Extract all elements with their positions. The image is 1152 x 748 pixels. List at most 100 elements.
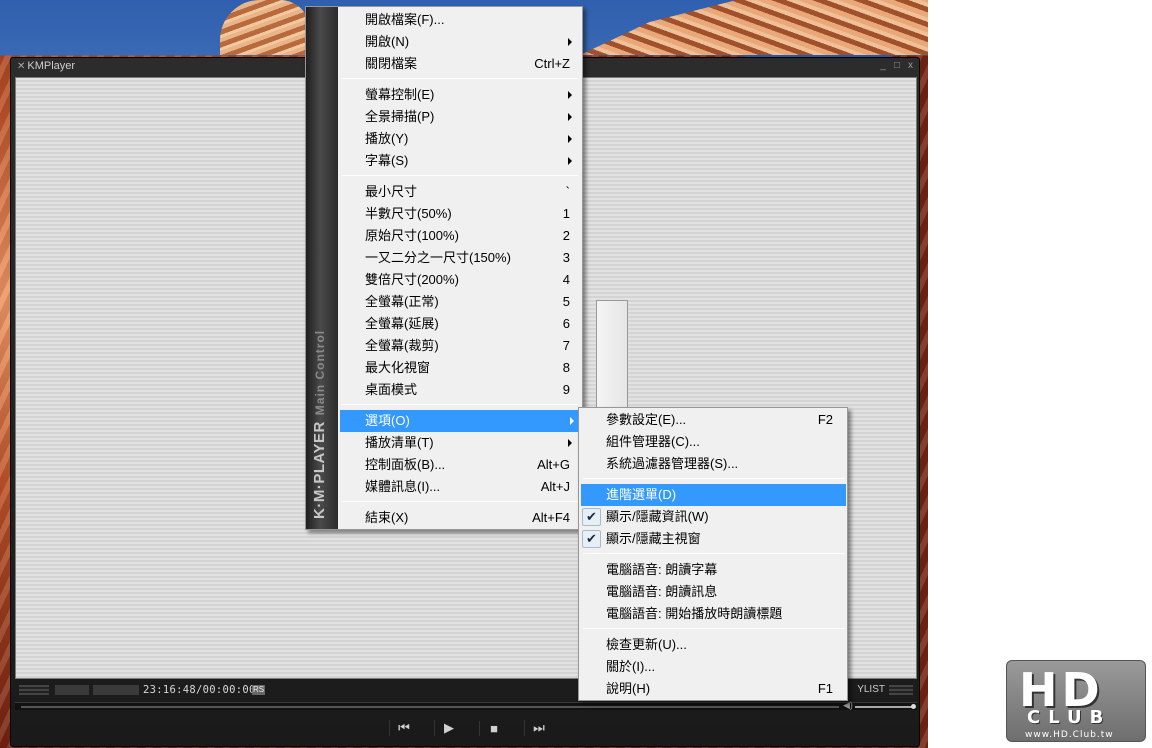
submenu-item[interactable]: 電腦語音: 朗讀訊息 bbox=[579, 581, 847, 603]
menu-item[interactable]: 開啟檔案(F)... bbox=[306, 9, 582, 31]
playlist-button[interactable]: YLIST bbox=[857, 682, 885, 698]
menu-item-label: 全螢幕(延展) bbox=[365, 316, 439, 331]
submenu-item[interactable]: 說明(H) F1 bbox=[579, 678, 847, 700]
checkmark-icon: ✔ bbox=[582, 530, 601, 548]
menu-item-label: 關閉檔案 bbox=[365, 56, 418, 71]
menu-item[interactable]: 半數尺寸(50%) 1 bbox=[306, 203, 582, 225]
menu-item[interactable]: 全螢幕(延展) 6 bbox=[306, 313, 582, 335]
previous-icon[interactable]: ⏮ bbox=[388, 720, 419, 736]
menu-item[interactable]: 字幕(S) bbox=[306, 150, 582, 172]
submenu-item[interactable]: 組件管理器(C)... bbox=[579, 431, 847, 453]
desktop: ✕ KMPlayer _ □ x 23:16:48/00:00:00 RS YLI… bbox=[0, 0, 1152, 748]
menu-item-label: 最小尺寸 bbox=[365, 184, 418, 199]
submenu-item[interactable]: ✔ 顯示/隱藏主視窗 bbox=[579, 528, 847, 550]
seek-bar-area: ◀) bbox=[15, 700, 917, 711]
submenu-item-label: 進階選單(D) bbox=[606, 487, 677, 502]
submenu-item-shortcut: F1 bbox=[817, 681, 833, 696]
menu-item-label: 桌面模式 bbox=[365, 382, 418, 397]
main-context-menu: K·M·PLAYERMain Control 開啟檔案(F)... 開啟(N) 關閉… bbox=[305, 6, 583, 530]
submenu-item-label: 關於(I)... bbox=[606, 659, 656, 674]
play-icon[interactable]: ▶ bbox=[433, 720, 464, 736]
menu-separator bbox=[342, 404, 578, 405]
menu-item-label: 全螢幕(裁剪) bbox=[365, 338, 439, 353]
menu-item[interactable]: 桌面模式 9 bbox=[306, 379, 582, 401]
menu-item-label: 原始尺寸(100%) bbox=[365, 228, 459, 243]
menu-item[interactable]: 全景掃描(P) bbox=[306, 106, 582, 128]
menu-item-label: 媒體訊息(I)... bbox=[365, 479, 441, 494]
menu-item[interactable]: 全螢幕(裁剪) 7 bbox=[306, 335, 582, 357]
close-button[interactable]: x bbox=[908, 60, 913, 71]
volume-icon[interactable]: ◀) bbox=[843, 700, 853, 711]
time-display: 23:16:48/00:00:00 bbox=[143, 684, 256, 696]
menu-item-label: 播放清單(T) bbox=[365, 435, 434, 450]
volume-slider[interactable] bbox=[855, 706, 915, 708]
menu-item[interactable]: 最大化視窗 8 bbox=[306, 357, 582, 379]
submenu-item-label: 參數設定(E)... bbox=[606, 412, 687, 427]
menu-item[interactable]: 結束(X) Alt+F4 bbox=[306, 507, 582, 529]
menu-item-label: 全螢幕(正常) bbox=[365, 294, 439, 309]
menu-item[interactable]: 媒體訊息(I)... Alt+J bbox=[306, 476, 582, 498]
menu-item-label: 選項(O) bbox=[365, 413, 410, 428]
checkmark-icon: ✔ bbox=[582, 508, 601, 526]
menu-separator bbox=[583, 478, 845, 479]
menu-item-shortcut: 6 bbox=[562, 316, 570, 331]
menu-separator bbox=[342, 175, 578, 176]
menu-item-shortcut: 7 bbox=[562, 338, 570, 353]
grip-handle bbox=[19, 685, 49, 695]
menu-item-shortcut: Ctrl+Z bbox=[534, 56, 570, 71]
submenu-item-label: 檢查更新(U)... bbox=[606, 637, 687, 652]
menu-item[interactable]: 關閉檔案 Ctrl+Z bbox=[306, 53, 582, 75]
submenu-arrow-icon bbox=[568, 439, 572, 447]
menu-item-shortcut: 1 bbox=[562, 206, 570, 221]
submenu-item[interactable]: 系統過濾器管理器(S)... bbox=[579, 453, 847, 475]
menu-item[interactable]: 全螢幕(正常) 5 bbox=[306, 291, 582, 313]
maximize-button[interactable]: □ bbox=[894, 60, 900, 71]
menu-separator bbox=[342, 78, 578, 79]
menu-item-shortcut: 4 bbox=[562, 272, 570, 287]
submenu-item[interactable]: 電腦語音: 開始播放時朗讀標題 bbox=[579, 603, 847, 625]
submenu-item[interactable]: 關於(I)... bbox=[579, 656, 847, 678]
menu-item[interactable]: 控制面板(B)... Alt+G bbox=[306, 454, 582, 476]
menu-separator bbox=[583, 628, 845, 629]
menu-item[interactable]: 一又二分之一尺寸(150%) 3 bbox=[306, 247, 582, 269]
rs-badge[interactable]: RS bbox=[252, 685, 266, 695]
menu-item-label: 播放(Y) bbox=[365, 131, 409, 146]
submenu-item[interactable]: 電腦語音: 朗讀字幕 bbox=[579, 559, 847, 581]
submenu-item-label: 顯示/隱藏資訊(W) bbox=[606, 509, 709, 524]
next-icon[interactable]: ⏭ bbox=[523, 720, 554, 736]
status-segment bbox=[93, 685, 139, 695]
menu-item-shortcut: Alt+J bbox=[540, 479, 570, 494]
menu-item[interactable]: 原始尺寸(100%) 2 bbox=[306, 225, 582, 247]
volume-knob[interactable] bbox=[911, 704, 916, 709]
menu-item[interactable]: 選項(O) bbox=[340, 410, 581, 432]
menu-item-label: 雙倍尺寸(200%) bbox=[365, 272, 459, 287]
hdclub-watermark-logo: HD CLUB www.HD.Club.tw bbox=[1006, 660, 1146, 742]
menu-item[interactable]: 雙倍尺寸(200%) 4 bbox=[306, 269, 582, 291]
submenu-item-label: 說明(H) bbox=[606, 681, 651, 696]
submenu-item-label: 系統過濾器管理器(S)... bbox=[606, 456, 739, 471]
menu-item-label: 一又二分之一尺寸(150%) bbox=[365, 250, 511, 265]
grip-handle bbox=[889, 685, 913, 695]
menu-item[interactable]: 開啟(N) bbox=[306, 31, 582, 53]
menu-item[interactable]: 播放清單(T) bbox=[306, 432, 582, 454]
status-segment bbox=[55, 685, 89, 695]
submenu-item[interactable]: 進階選單(D) bbox=[581, 484, 846, 506]
watermark-url: www.HD.Club.tw bbox=[1025, 730, 1114, 740]
menu-item-label: 結束(X) bbox=[365, 510, 409, 525]
submenu-item[interactable]: ✔ 顯示/隱藏資訊(W) bbox=[579, 506, 847, 528]
submenu-item-shortcut: F2 bbox=[817, 412, 833, 427]
submenu-item[interactable]: 參數設定(E)... F2 bbox=[579, 409, 847, 431]
menu-item[interactable]: 最小尺寸 ` bbox=[306, 181, 582, 203]
menu-item-shortcut: 8 bbox=[562, 360, 570, 375]
submenu-item[interactable]: 檢查更新(U)... bbox=[579, 634, 847, 656]
menu-item[interactable]: 螢幕控制(E) bbox=[306, 84, 582, 106]
submenu-arrow-icon bbox=[568, 38, 572, 46]
transport-controls: ⏮ ▶ ■ ⏭ bbox=[381, 716, 561, 740]
submenu-arrow-icon bbox=[570, 417, 574, 425]
menu-item[interactable]: 播放(Y) bbox=[306, 128, 582, 150]
submenu-arrow-icon bbox=[568, 157, 572, 165]
watermark-club: CLUB bbox=[1027, 707, 1112, 728]
stop-icon[interactable]: ■ bbox=[478, 720, 509, 736]
seek-bar[interactable] bbox=[21, 706, 839, 708]
minimize-button[interactable]: _ bbox=[880, 60, 886, 71]
